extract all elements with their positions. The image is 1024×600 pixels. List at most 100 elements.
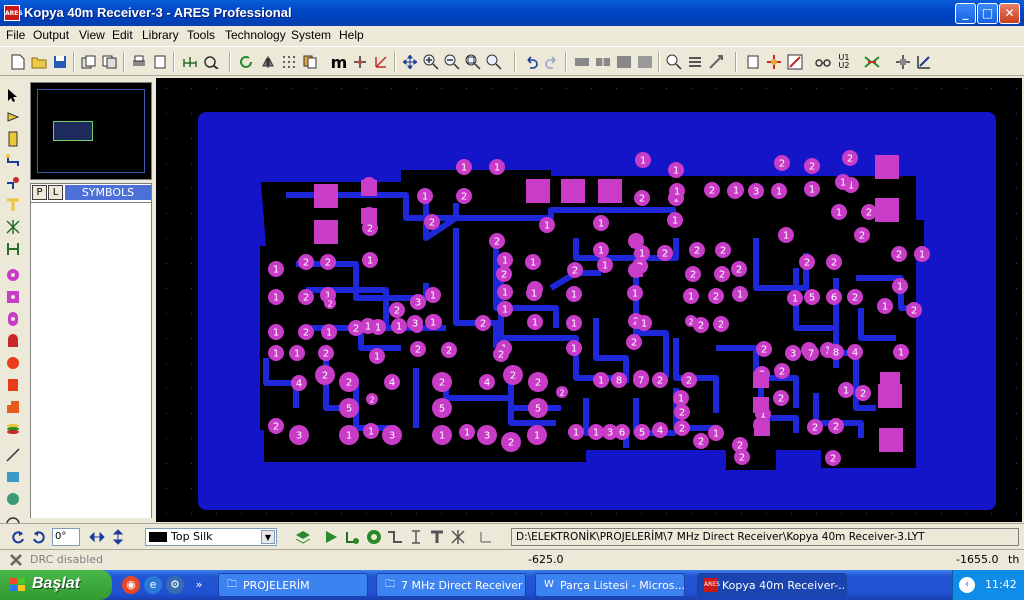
box-graphics-icon[interactable] bbox=[4, 468, 22, 486]
rotate-anticlockwise-icon[interactable] bbox=[8, 527, 28, 547]
via-mode-icon[interactable] bbox=[4, 174, 22, 192]
units-indicator[interactable]: th bbox=[1008, 553, 1019, 566]
track-mode-icon[interactable] bbox=[4, 152, 22, 170]
internet-explorer-icon[interactable]: e bbox=[144, 576, 162, 594]
zoom-out-icon[interactable] bbox=[442, 52, 462, 72]
decompose-icon[interactable] bbox=[706, 52, 726, 72]
block-rotate-icon[interactable] bbox=[614, 52, 634, 72]
polygon-pad-icon[interactable] bbox=[4, 398, 22, 416]
quick-launch-app-icon[interactable]: ⚙ bbox=[166, 576, 184, 594]
ratsnest-mode-icon[interactable] bbox=[4, 218, 22, 236]
close-button[interactable]: ✕ bbox=[999, 3, 1020, 24]
task-7mhz-direct-receiver[interactable]: 🗀 7 MHz Direct Receiver bbox=[376, 573, 526, 597]
package-mode-icon[interactable] bbox=[4, 130, 22, 148]
connectivity-check-icon[interactable] bbox=[862, 52, 882, 72]
zone-mode-icon[interactable] bbox=[4, 196, 22, 214]
origin-icon[interactable] bbox=[350, 52, 370, 72]
tidy-icon[interactable] bbox=[785, 52, 805, 72]
design-explorer-icon[interactable] bbox=[201, 52, 221, 72]
design-rules-icon[interactable] bbox=[914, 52, 934, 72]
undo-icon[interactable] bbox=[521, 52, 541, 72]
metric-icon[interactable]: m bbox=[329, 52, 349, 72]
rect-smt-pad-icon[interactable] bbox=[4, 376, 22, 394]
drc-status[interactable]: DRC disabled bbox=[30, 553, 103, 566]
chrome-icon[interactable]: ◉ bbox=[122, 576, 140, 594]
line-graphics-icon[interactable] bbox=[4, 446, 22, 464]
mirror-horizontal-icon[interactable] bbox=[87, 527, 107, 547]
selection-mode-icon[interactable] bbox=[4, 86, 22, 104]
task-ares-receiver[interactable]: ARES Kopya 40m Receiver-... bbox=[697, 573, 847, 597]
netlist-icon[interactable] bbox=[180, 52, 200, 72]
drc-icon[interactable] bbox=[6, 550, 26, 570]
layer-stack-icon[interactable] bbox=[293, 527, 313, 547]
search-tag-icon[interactable] bbox=[813, 52, 833, 72]
connectivity-mode-icon[interactable] bbox=[4, 240, 22, 258]
track-tool-icon[interactable] bbox=[385, 527, 405, 547]
power-plane-icon[interactable] bbox=[893, 52, 913, 72]
print-icon[interactable] bbox=[129, 52, 149, 72]
autorouter-icon[interactable] bbox=[764, 52, 784, 72]
block-copy-icon[interactable] bbox=[572, 52, 592, 72]
component-mode-icon[interactable] bbox=[4, 108, 22, 126]
zoom-area-icon[interactable] bbox=[484, 52, 504, 72]
layer-selector[interactable]: Top Silk ▼ bbox=[145, 528, 277, 546]
start-button[interactable]: Başlat bbox=[0, 570, 112, 600]
layers-icon[interactable] bbox=[300, 52, 320, 72]
circle-graphics-icon[interactable] bbox=[4, 490, 22, 508]
open-folder-icon[interactable] bbox=[29, 52, 49, 72]
pan-icon[interactable] bbox=[400, 52, 420, 72]
round-pad-icon[interactable] bbox=[4, 266, 22, 284]
menu-help[interactable]: Help bbox=[339, 28, 364, 42]
ares-app-icon[interactable]: ARES bbox=[4, 5, 23, 21]
ratsnest-tool-icon[interactable] bbox=[448, 527, 468, 547]
menu-library[interactable]: Library bbox=[142, 28, 179, 42]
autoplacer-icon[interactable] bbox=[743, 52, 763, 72]
pcb-canvas[interactable]: 12 21 2 121 2 11 1 2422 4 2 4225 5 52223 1 1 3 1 1 32112 1 1… bbox=[156, 78, 1022, 522]
title-bar[interactable]: ARES Kopya 40m Receiver-3 - ARES Profess… bbox=[0, 0, 1024, 26]
quick-launch-expand-icon[interactable]: » bbox=[190, 576, 208, 594]
via-tool-icon[interactable] bbox=[364, 527, 384, 547]
pick-parts-icon[interactable] bbox=[664, 52, 684, 72]
chevron-down-icon[interactable]: ▼ bbox=[261, 530, 275, 544]
new-file-icon[interactable] bbox=[8, 52, 28, 72]
print-area-icon[interactable] bbox=[150, 52, 170, 72]
edge-pad-icon[interactable] bbox=[4, 332, 22, 350]
zoom-all-icon[interactable] bbox=[463, 52, 483, 72]
mirror-vertical-icon[interactable] bbox=[108, 527, 128, 547]
overview-window[interactable] bbox=[30, 82, 152, 180]
auto-name-icon[interactable]: U1 U2 bbox=[834, 52, 854, 72]
menu-output[interactable]: Output bbox=[33, 28, 69, 42]
menu-file[interactable]: File bbox=[6, 28, 25, 42]
measure-tool-icon[interactable] bbox=[476, 527, 496, 547]
menu-technology[interactable]: Technology bbox=[225, 28, 286, 42]
padstack-icon[interactable] bbox=[4, 420, 22, 438]
square-pad-icon[interactable] bbox=[4, 288, 22, 306]
menu-system[interactable]: System bbox=[291, 28, 331, 42]
zone-tool-icon[interactable] bbox=[427, 527, 447, 547]
task-projelerim[interactable]: 🗀 PROJELERİM bbox=[218, 573, 368, 597]
play-icon[interactable] bbox=[321, 527, 341, 547]
minimize-button[interactable]: _ bbox=[955, 3, 976, 24]
selector-list[interactable] bbox=[31, 202, 151, 518]
make-package-icon[interactable] bbox=[685, 52, 705, 72]
circle-smt-pad-icon[interactable] bbox=[4, 354, 22, 372]
rotation-angle-input[interactable]: 0° bbox=[52, 528, 80, 546]
grid-icon[interactable] bbox=[279, 52, 299, 72]
task-parca-listesi[interactable]: W Parça Listesi - Micros... bbox=[535, 573, 685, 597]
component-placer-icon[interactable] bbox=[343, 527, 363, 547]
menu-tools[interactable]: Tools bbox=[187, 28, 215, 42]
flip-icon[interactable] bbox=[258, 52, 278, 72]
zoom-in-icon[interactable] bbox=[421, 52, 441, 72]
rotate-clockwise-icon[interactable] bbox=[29, 527, 49, 547]
block-move-icon[interactable] bbox=[593, 52, 613, 72]
pick-button[interactable]: P bbox=[32, 185, 47, 200]
block-delete-icon[interactable] bbox=[635, 52, 655, 72]
dimension-tool-icon[interactable] bbox=[406, 527, 426, 547]
export-section-icon[interactable] bbox=[100, 52, 120, 72]
library-button[interactable]: L bbox=[48, 185, 63, 200]
refresh-icon[interactable] bbox=[236, 52, 256, 72]
pcb-editing-window[interactable]: 1221212121112422424225552223113113211211… bbox=[156, 78, 1022, 522]
maximize-button[interactable]: □ bbox=[977, 3, 998, 24]
dil-pad-icon[interactable] bbox=[4, 310, 22, 328]
false-origin-icon[interactable] bbox=[371, 52, 391, 72]
